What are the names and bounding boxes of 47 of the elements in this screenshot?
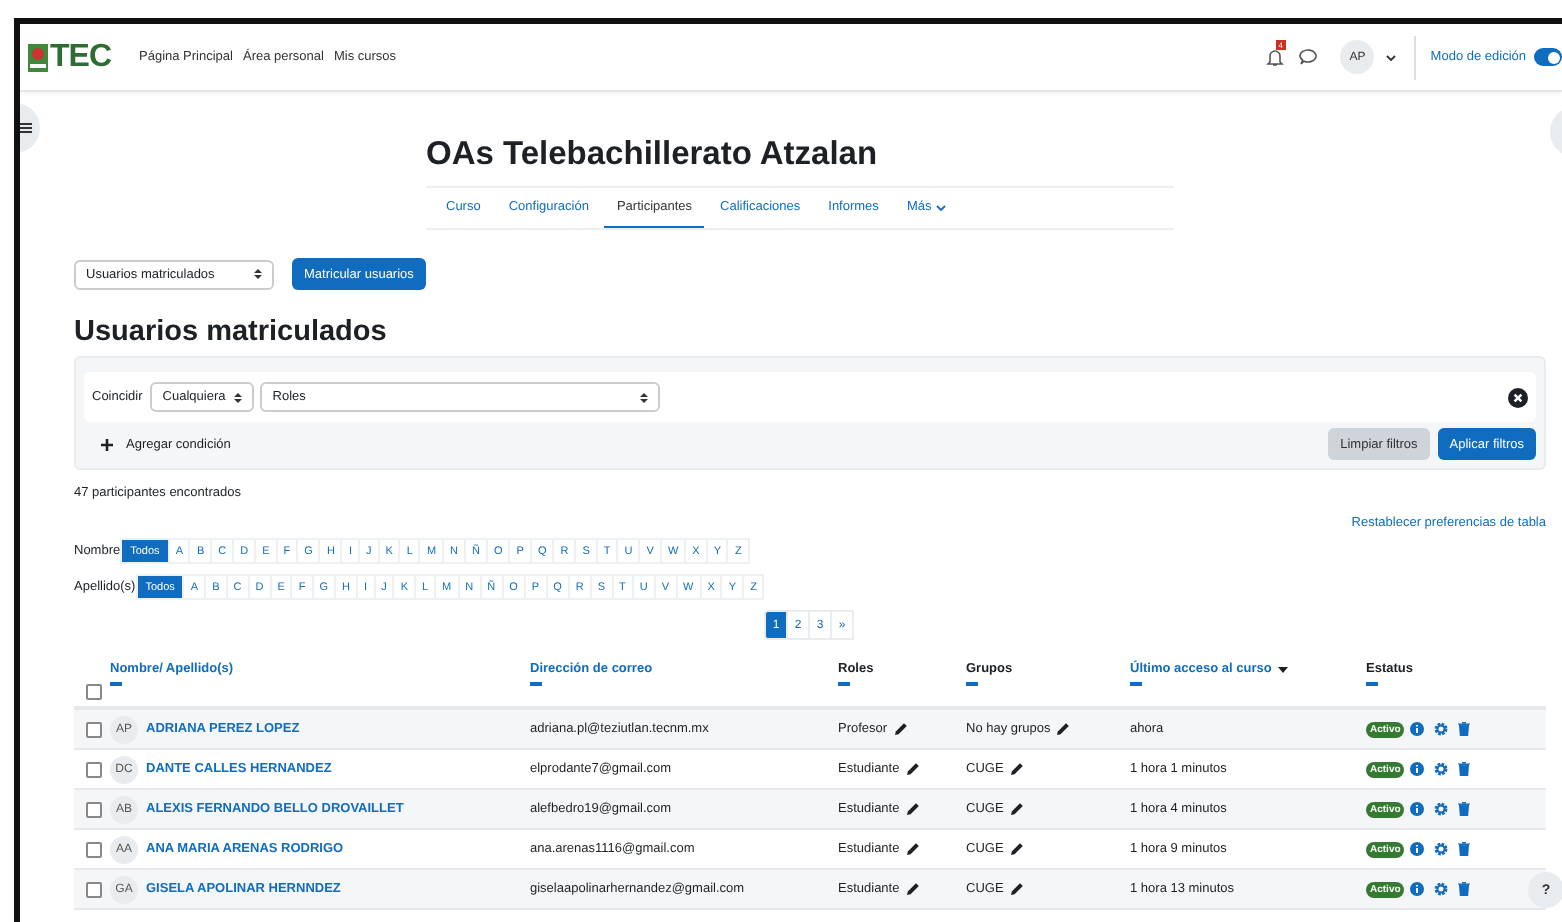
pencil-icon[interactable]: [893, 722, 908, 736]
row-checkbox[interactable]: [86, 841, 102, 857]
sort-down-icon: [1277, 665, 1288, 673]
pencil-icon[interactable]: [1056, 722, 1071, 736]
info-icon[interactable]: [1410, 762, 1425, 776]
select-all-checkbox[interactable]: [86, 684, 102, 700]
course-title: OAs Telebachillerato Atzalan: [426, 134, 1174, 188]
trash-icon[interactable]: [1458, 842, 1471, 856]
info-icon[interactable]: [1410, 882, 1425, 896]
pencil-icon[interactable]: [1009, 762, 1024, 776]
edit-mode-toggle[interactable]: [1534, 48, 1562, 66]
settings-icon[interactable]: [1434, 882, 1449, 896]
chat-icon[interactable]: [1298, 48, 1319, 66]
trash-icon[interactable]: [1458, 722, 1471, 736]
pencil-icon[interactable]: [905, 802, 920, 816]
row-checkbox[interactable]: [86, 761, 102, 777]
pencil-icon[interactable]: [905, 842, 920, 856]
info-icon[interactable]: [1410, 842, 1425, 856]
trash-icon[interactable]: [1458, 802, 1471, 816]
pencil-icon[interactable]: [1009, 882, 1024, 896]
menu-icon[interactable]: [20, 122, 32, 134]
logo-text: TEC: [50, 39, 111, 75]
bell-icon[interactable]: [1266, 47, 1285, 67]
emblem-icon: [28, 43, 48, 71]
sort-arrows-icon: [234, 391, 243, 403]
settings-icon[interactable]: [1434, 722, 1449, 736]
settings-icon[interactable]: [1434, 802, 1449, 816]
row-checkbox[interactable]: [86, 801, 102, 817]
trash-icon[interactable]: [1458, 762, 1471, 776]
settings-icon[interactable]: [1434, 762, 1449, 776]
caret-icon[interactable]: [1386, 53, 1397, 61]
row-checkbox[interactable]: [86, 721, 102, 737]
trash-icon[interactable]: [1458, 882, 1471, 896]
pencil-icon[interactable]: [1009, 802, 1024, 816]
pencil-icon[interactable]: [905, 882, 920, 896]
sort-arrows-icon: [254, 268, 262, 280]
pencil-icon[interactable]: [905, 762, 920, 776]
info-icon[interactable]: [1410, 802, 1425, 816]
info-icon[interactable]: [1410, 722, 1425, 736]
pencil-icon[interactable]: [1009, 842, 1024, 856]
settings-icon[interactable]: [1434, 842, 1449, 856]
caret-icon: [935, 203, 946, 211]
sort-arrows-icon: [640, 391, 649, 403]
page-heading: Usuarios matriculados: [74, 314, 389, 350]
plus-icon: [100, 437, 114, 451]
row-checkbox[interactable]: [86, 881, 102, 897]
close-icon[interactable]: [1508, 387, 1528, 407]
